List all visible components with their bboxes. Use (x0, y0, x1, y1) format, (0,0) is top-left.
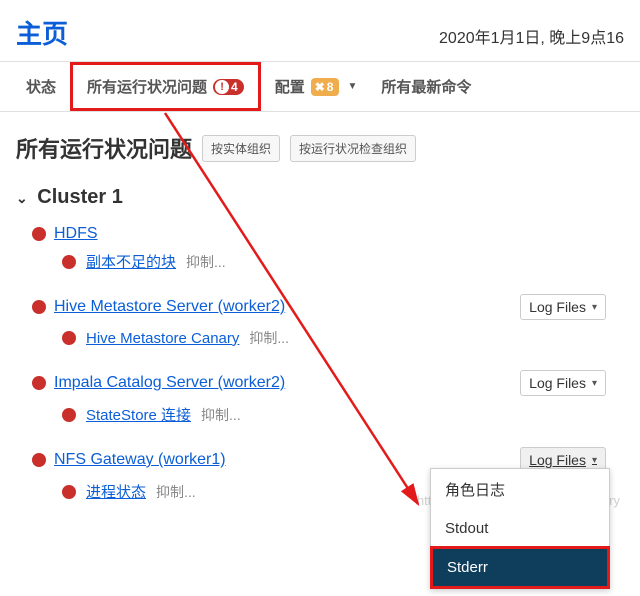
tab-status[interactable]: 状态 (16, 62, 66, 111)
status-dot-red (62, 408, 76, 422)
dropdown-role-log[interactable]: 角色日志 (431, 469, 609, 510)
btn-by-check[interactable]: 按运行状况检查组织 (290, 135, 416, 162)
log-files-dropdown: 角色日志 Stdout Stderr (430, 468, 610, 589)
caret-down-icon: ▾ (592, 455, 597, 466)
status-dot-red (62, 331, 76, 345)
tab-config[interactable]: 配置 ✖ 8 ▼ (265, 62, 368, 111)
issue-link[interactable]: 副本不足的块 (86, 251, 176, 272)
dropdown-stderr[interactable]: Stderr (433, 549, 607, 586)
status-dot-red (62, 255, 76, 269)
service-link[interactable]: Impala Catalog Server (worker2) (54, 374, 285, 392)
caret-down-icon: ▾ (592, 378, 597, 389)
log-files-button[interactable]: Log Files▾ (520, 294, 606, 320)
log-files-button[interactable]: Log Files▾ (520, 370, 606, 396)
suppress-link[interactable]: 抑制... (201, 405, 241, 425)
tabs-bar: 状态 所有运行状况问题 ! 4 配置 ✖ 8 ▼ 所有最新命令 (0, 61, 640, 112)
suppress-link[interactable]: 抑制... (156, 482, 196, 502)
status-dot-red (32, 376, 46, 390)
suppress-link[interactable]: 抑制... (249, 328, 289, 348)
issues-count: 4 (231, 80, 238, 94)
issue-link[interactable]: StateStore 连接 (86, 404, 191, 425)
caret-down-icon: ▾ (592, 302, 597, 313)
config-count: 8 (327, 80, 334, 94)
service-link[interactable]: NFS Gateway (worker1) (54, 451, 226, 469)
issue-link[interactable]: Hive Metastore Canary (86, 330, 239, 347)
tab-all-issues[interactable]: 所有运行状况问题 ! 4 (70, 62, 261, 111)
status-dot-red (32, 453, 46, 467)
timestamp: 2020年1月1日, 晚上9点16 (439, 24, 624, 48)
cluster-name: Cluster 1 (37, 186, 123, 208)
page-title: 主页 (16, 14, 68, 51)
caret-down-icon: ▼ (347, 81, 357, 92)
issue-link[interactable]: 进程状态 (86, 481, 146, 502)
service-link[interactable]: Hive Metastore Server (worker2) (54, 298, 285, 316)
tab-issues-label: 所有运行状况问题 (87, 76, 207, 97)
config-badge: ✖ 8 (311, 78, 340, 96)
cluster-header[interactable]: ⌄ Cluster 1 (0, 172, 640, 213)
service-link[interactable]: HDFS (54, 225, 98, 243)
tab-config-label: 配置 (275, 76, 305, 97)
suppress-link[interactable]: 抑制... (186, 252, 226, 272)
status-dot-red (32, 227, 46, 241)
issues-badge: ! 4 (213, 79, 244, 95)
sub-header: 所有运行状况问题 按实体组织 按运行状况检查组织 (0, 112, 640, 172)
sub-title: 所有运行状况问题 (16, 132, 192, 164)
chevron-down-icon: ⌄ (16, 190, 28, 206)
wrench-icon: ✖ (315, 80, 325, 94)
status-dot-red (62, 485, 76, 499)
alert-icon: ! (215, 80, 229, 94)
dropdown-stdout[interactable]: Stdout (431, 510, 609, 547)
btn-by-entity[interactable]: 按实体组织 (202, 135, 280, 162)
status-dot-red (32, 300, 46, 314)
tab-commands[interactable]: 所有最新命令 (371, 62, 481, 111)
